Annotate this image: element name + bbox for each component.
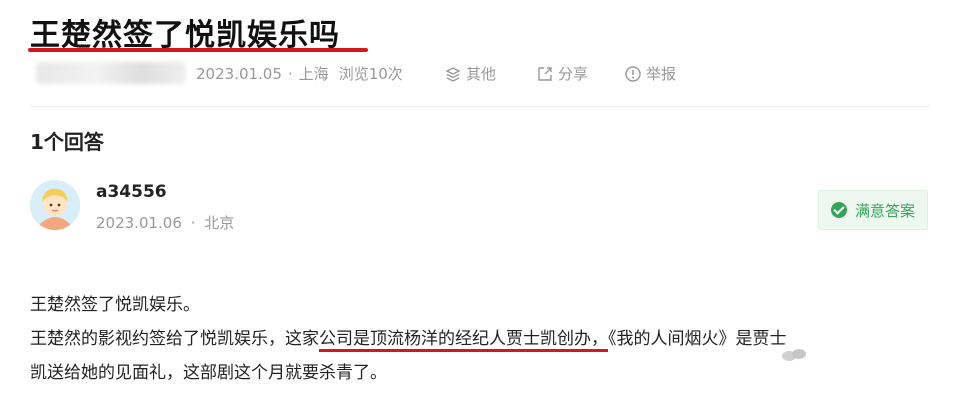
answer-text: 《我的人间烟火》是贾士 <box>608 329 787 349</box>
exclamation-circle-icon <box>624 65 642 83</box>
accepted-answer-badge: 满意答案 <box>818 190 929 230</box>
blurred-asker-name <box>36 62 186 84</box>
title-highlight-underline <box>28 48 368 52</box>
meta-separator: · <box>190 214 196 232</box>
answer-text: 王楚然的影视约签给了悦凯娱乐，这家 <box>30 329 319 349</box>
question-meta: 2023.01.05 · 上海 浏览10次 <box>196 63 403 84</box>
check-circle-icon <box>831 202 847 218</box>
divider <box>30 106 930 107</box>
answer-location: 北京 <box>204 214 235 232</box>
share-icon <box>536 65 554 83</box>
other-label: 其他 <box>466 65 497 83</box>
answer-meta: 2023.01.06 · 北京 <box>96 212 234 233</box>
answer-line: 王楚然签了悦凯娱乐。 <box>30 295 200 315</box>
question-date: 2023.01.05 <box>196 64 282 83</box>
share-label: 分享 <box>558 65 589 83</box>
question-location: 上海 <box>298 65 329 83</box>
report-button[interactable]: 举报 <box>624 63 676 84</box>
other-button[interactable]: 其他 <box>444 63 496 84</box>
answerer-username[interactable]: a34556 <box>96 182 167 202</box>
share-button[interactable]: 分享 <box>536 63 588 84</box>
badge-label: 满意答案 <box>855 201 916 220</box>
watermark <box>780 346 808 368</box>
watermark-logo-icon <box>782 349 806 361</box>
avatar[interactable] <box>30 180 80 230</box>
meta-separator: · <box>287 64 293 83</box>
highlighted-text: 公司是顶流杨洋的经纪人贾士凯创办， <box>319 329 608 352</box>
question-views: 浏览10次 <box>338 65 403 83</box>
answer-date: 2023.01.06 <box>96 214 182 232</box>
answers-count: 1个回答 <box>30 130 104 154</box>
layers-icon <box>444 65 462 83</box>
answer-content: 王楚然签了悦凯娱乐。 王楚然的影视约签给了悦凯娱乐，这家公司是顶流杨洋的经纪人贾… <box>30 288 942 390</box>
report-label: 举报 <box>646 65 677 83</box>
